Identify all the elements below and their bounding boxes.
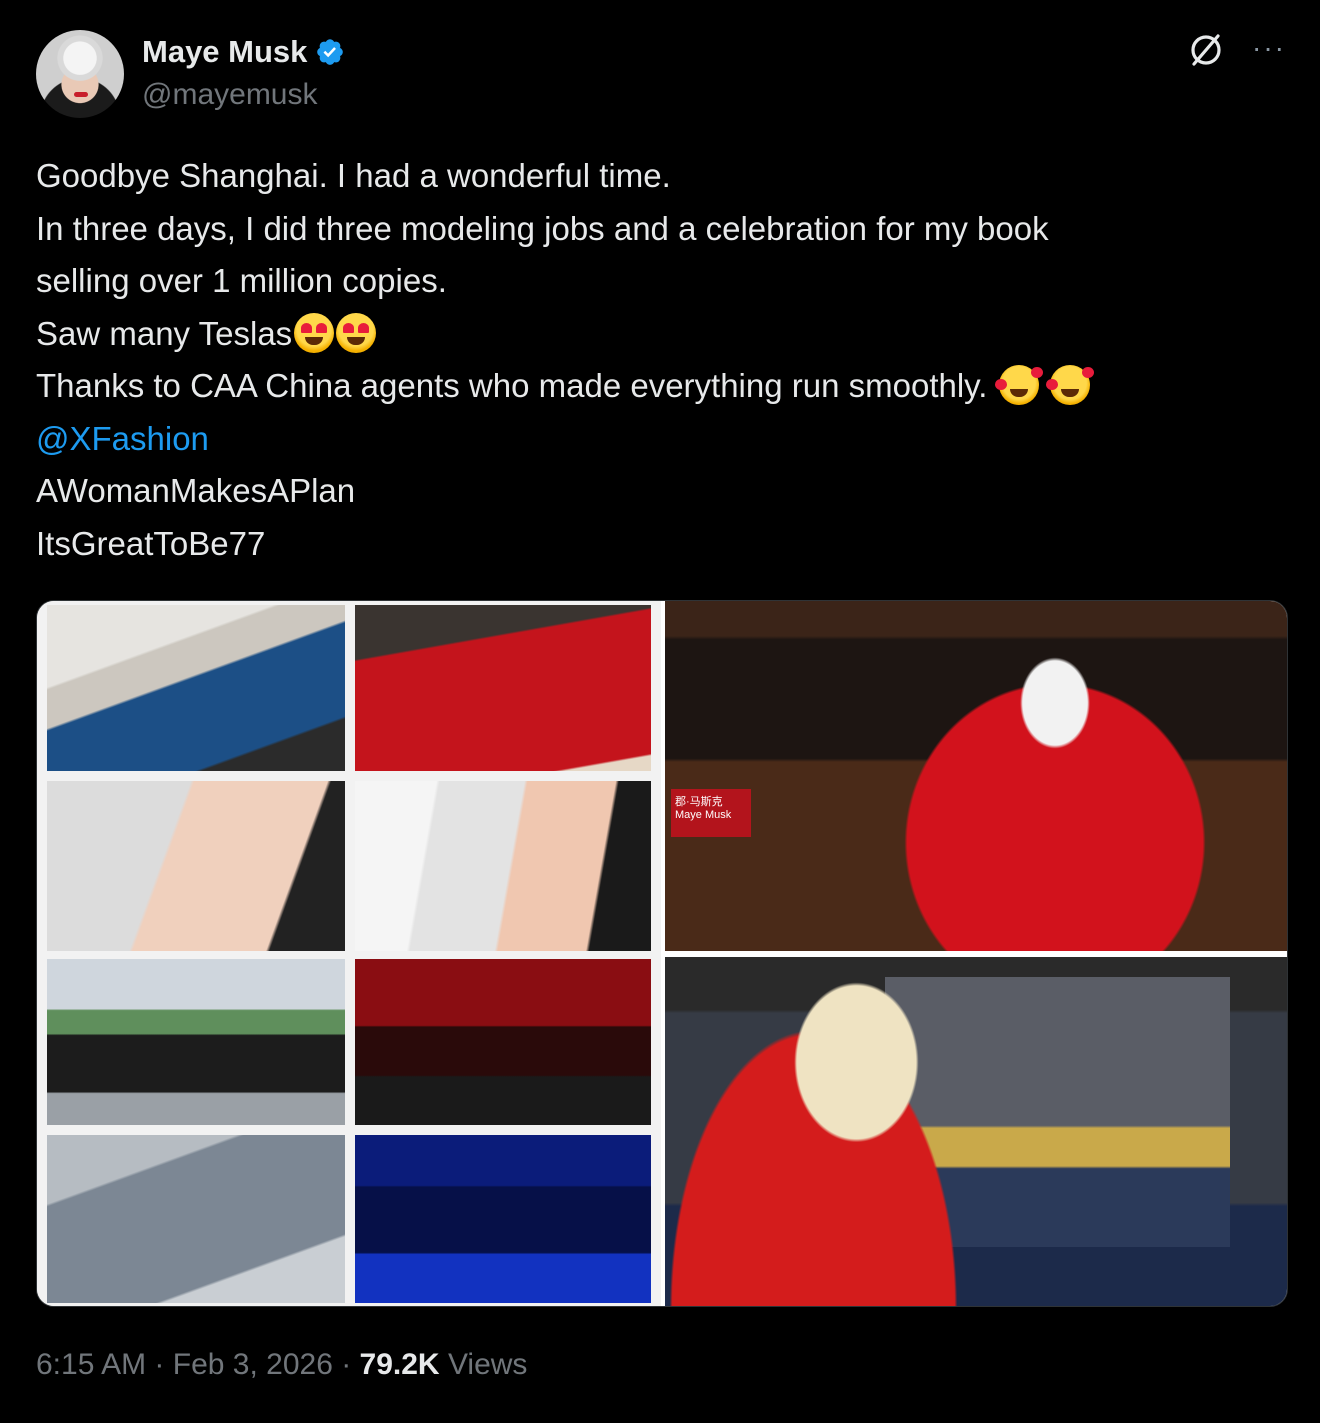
meta-separator: · [146,1348,173,1381]
photo-blue-jacket [47,605,345,771]
tweet-line: In three days, I did three modeling jobs… [36,209,1049,247]
photo-black-tesla [47,959,345,1125]
tweet-line: Goodbye Shanghai. I had a wonderful time… [36,157,671,194]
tweet-line-text: Saw many Teslas [36,314,293,352]
photo-car-portrait [47,781,345,951]
profile-figure [665,957,995,1306]
views-count: 79.2K [359,1348,440,1381]
photo-bookstore-event[interactable]: 郡·马斯克 Maye Musk [665,601,1287,951]
photo-hair-styling [355,781,651,951]
photo-grey-tesla [47,1135,345,1303]
author-name[interactable]: Maye Musk [142,34,307,70]
tweet-line-text: Thanks to CAA China agents who made ever… [36,367,997,404]
grok-icon[interactable] [1186,30,1226,70]
verified-badge-icon [317,39,344,65]
photo-shanghai-skyline[interactable] [665,957,1287,1306]
views-label: Views [439,1348,528,1381]
smiling-face-with-hearts-emoji [1045,365,1094,405]
author-name-row: Maye Musk [142,34,345,70]
more-options-icon[interactable]: ··· [1252,30,1286,66]
tweet-date[interactable]: Feb 3, 2026 [173,1348,333,1381]
media-grid[interactable]: 郡·马斯克 Maye Musk [36,600,1288,1307]
book-sign: 郡·马斯克 Maye Musk [671,789,751,837]
tweet-line: selling over 1 million copies. [36,262,447,299]
speaker-figure [865,641,1245,951]
tweet-line-teslas: Saw many Teslas [36,308,1286,361]
tweet-meta: 6:15 AM · Feb 3, 2026 · 79.2K Views [36,1348,527,1382]
heart-eyes-emoji [336,312,377,353]
tweet-line-thanks: Thanks to CAA China agents who made ever… [36,360,1286,413]
tweet-line-hashtag: AWomanMakesAPlan [36,472,356,509]
photo-collage[interactable] [37,601,661,1306]
tweet-time[interactable]: 6:15 AM [36,1348,146,1381]
photo-red-bridge-night [355,959,651,1125]
author-avatar[interactable] [36,30,124,118]
heart-eyes-emoji [294,312,335,353]
meta-separator: · [332,1348,360,1381]
author-handle[interactable]: @mayemusk [142,78,318,112]
photo-red-jacket [355,605,651,771]
photo-blue-bridge-night [355,1135,651,1303]
tweet-line-hashtag: ItsGreatToBe77 [36,524,266,562]
tweet-body: Goodbye Shanghai. I had a wonderful time… [36,150,1286,570]
mention-link[interactable]: @XFashion [36,413,1286,466]
avatar-detail [74,92,88,97]
smiling-face-with-hearts-emoji [994,365,1043,405]
